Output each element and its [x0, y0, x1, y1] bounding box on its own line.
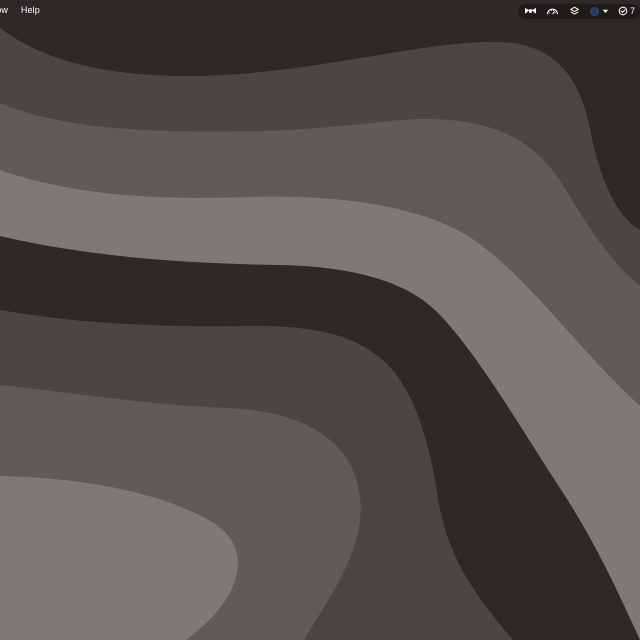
gauge-icon[interactable]: [545, 5, 561, 17]
menu-bar-status-area: 7: [517, 3, 640, 19]
task-count-badge: 7: [629, 6, 635, 16]
profile-switcher[interactable]: [589, 5, 611, 17]
chevron-down-icon: [602, 7, 610, 15]
help-menu[interactable]: Help: [21, 5, 40, 16]
layers-icon[interactable]: [567, 5, 583, 17]
menu-bar-left: ndow Help: [0, 5, 40, 16]
profile-avatar: [589, 6, 599, 16]
desktop-screen: ndow Help: [0, 0, 640, 640]
check-circle-icon: [618, 6, 629, 17]
bow-tie-icon[interactable]: [523, 5, 539, 17]
task-status[interactable]: 7: [618, 6, 635, 17]
window-menu[interactable]: ndow: [0, 5, 8, 16]
status-items-group: 7: [517, 3, 640, 19]
desktop-wallpaper: [0, 0, 640, 640]
menu-bar: ndow Help: [0, 0, 640, 21]
